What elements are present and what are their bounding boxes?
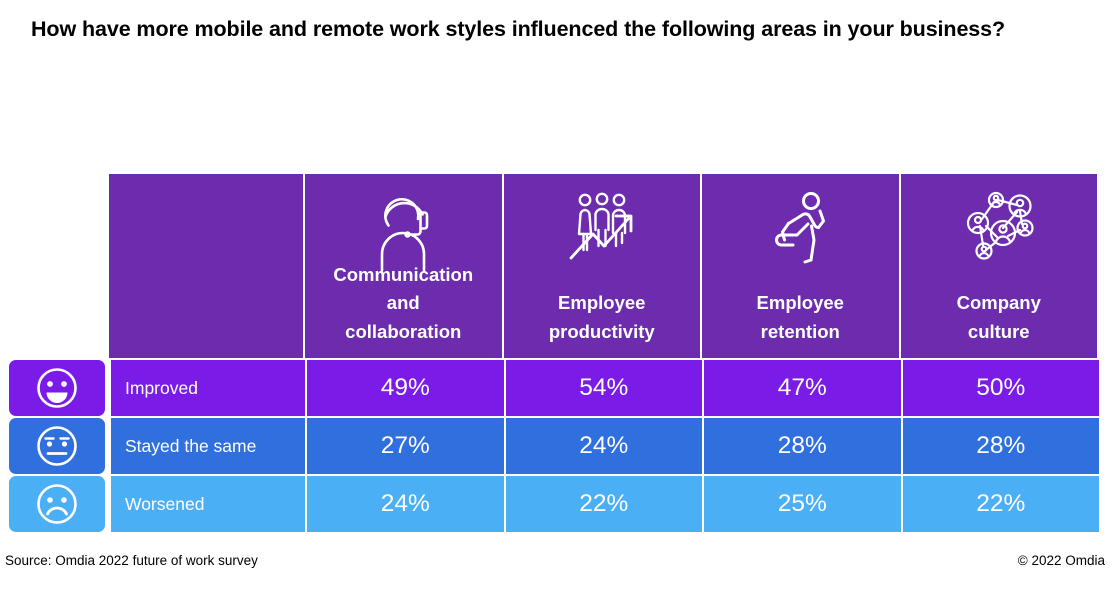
cell-worsened-communication: 24% — [307, 476, 504, 532]
column-header-label: Employee retention — [756, 292, 844, 342]
happy-face-badge — [9, 360, 105, 416]
table-row: Worsened 24% 22% 25% 22% — [9, 476, 1099, 532]
row-label-worsened: Worsened — [111, 476, 305, 532]
cell-worsened-retention: 25% — [704, 476, 901, 532]
header-corner-spacer — [109, 174, 303, 358]
column-header-label: Company culture — [956, 292, 1041, 342]
cell-improved-communication: 49% — [307, 360, 504, 416]
neutral-face-icon — [37, 426, 77, 466]
cell-same-productivity: 24% — [505, 418, 702, 474]
table-header-row: Communication and collaboration Employee… — [109, 174, 1097, 358]
cell-same-retention: 28% — [704, 418, 901, 474]
cell-same-culture: 28% — [902, 418, 1099, 474]
sad-face-icon — [37, 484, 77, 524]
row-label-improved: Improved — [111, 360, 305, 416]
source-note: Source: Omdia 2022 future of work survey — [5, 553, 258, 568]
column-header-label: Employee productivity — [548, 292, 655, 342]
survey-results-table: Communication and collaboration Employee… — [9, 174, 1099, 536]
row-label-stayed-the-same: Stayed the same — [111, 418, 305, 474]
table-row: Improved 49% 54% 47% 50% — [9, 360, 1099, 416]
cell-improved-retention: 47% — [704, 360, 901, 416]
running-person-icon — [775, 192, 826, 264]
column-header-label: Communication and collaboration — [333, 263, 474, 342]
cell-worsened-productivity: 22% — [505, 476, 702, 532]
cell-improved-culture: 50% — [902, 360, 1099, 416]
column-header-retention: Employee retention — [702, 174, 899, 358]
neutral-face-badge — [9, 418, 105, 474]
column-header-productivity: Employee productivity — [503, 174, 700, 358]
copyright-note: © 2022 Omdia — [1017, 553, 1105, 568]
cell-worsened-culture: 22% — [902, 476, 1099, 532]
column-header-culture: Company culture — [900, 174, 1097, 358]
footer: Source: Omdia 2022 future of work survey… — [0, 552, 1117, 576]
table-grid: Communication and collaboration Employee… — [9, 174, 1099, 536]
happy-face-icon — [37, 368, 77, 408]
cell-same-communication: 27% — [307, 418, 504, 474]
people-network-icon — [966, 191, 1034, 260]
sad-face-badge — [9, 476, 105, 532]
headset-support-icon — [380, 197, 429, 272]
page-title: How have more mobile and remote work sty… — [31, 17, 1006, 41]
cell-improved-productivity: 54% — [505, 360, 702, 416]
column-header-communication: Communication and collaboration — [305, 174, 502, 358]
table-row: Stayed the same 27% 24% 28% 28% — [9, 418, 1099, 474]
people-growth-chart-icon — [569, 192, 633, 260]
